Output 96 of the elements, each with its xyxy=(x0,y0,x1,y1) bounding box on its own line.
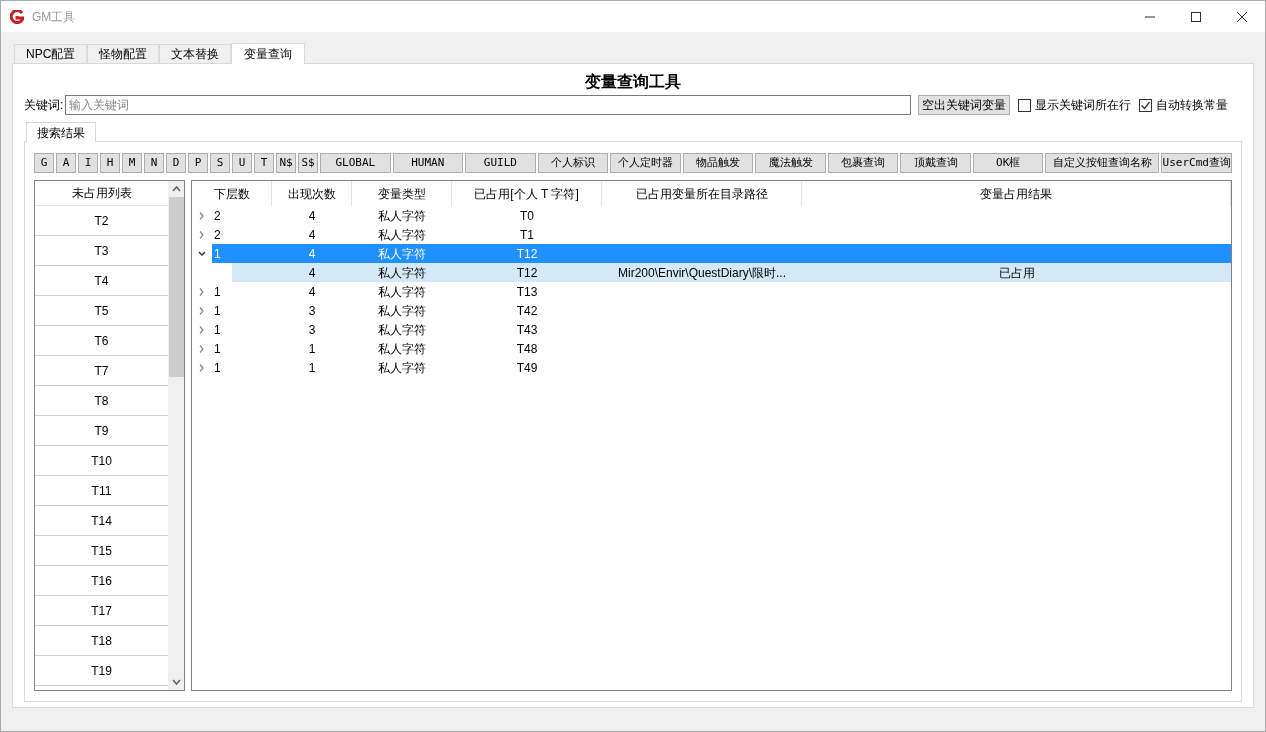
filter-button[interactable]: 包裹查询 xyxy=(827,153,899,173)
table-cell-text: T48 xyxy=(516,340,538,358)
column-header[interactable]: 已占用变量所在目录路径 xyxy=(602,181,802,206)
table-cell-text: 4 xyxy=(308,283,316,301)
table-cell-text: 私人字符 xyxy=(378,302,426,320)
filter-button[interactable]: A xyxy=(56,153,76,173)
table-cell-text: 1 xyxy=(214,245,221,263)
scrollbar[interactable] xyxy=(168,181,184,690)
table-cell-text: T1 xyxy=(520,226,534,244)
tree-row[interactable]: 4 私人字符 T12 Mir200\Envir\QuestDiary\限时... 已占用 xyxy=(232,263,1231,282)
filter-button[interactable]: T xyxy=(254,153,274,173)
page-heading: 变量查询工具 xyxy=(584,72,682,92)
table-cell-text: 1 xyxy=(214,340,221,358)
tree-row[interactable]: 2 4 私人字符 T1 xyxy=(212,225,1231,244)
checkbox[interactable] xyxy=(1139,98,1153,112)
filter-button[interactable]: N$ xyxy=(276,153,296,173)
filter-button[interactable]: U xyxy=(232,153,252,173)
table-cell-text: 1 xyxy=(214,359,221,377)
table-cell-text: 4 xyxy=(308,264,316,282)
tab[interactable]: 变量查询 xyxy=(231,43,306,64)
filter-button[interactable]: S xyxy=(210,153,230,173)
table-cell-text: 私人字符 xyxy=(378,359,426,377)
table-cell-text: 私人字符 xyxy=(378,245,426,263)
filter-button[interactable]: UserCmd查询 xyxy=(1161,153,1232,173)
table-cell-text: 4 xyxy=(308,226,316,244)
filter-button[interactable]: I xyxy=(78,153,98,173)
filter-button[interactable]: S$ xyxy=(298,153,318,173)
table-cell-text: 3 xyxy=(308,302,316,320)
column-header[interactable]: 下层数 xyxy=(192,181,272,206)
filter-button[interactable]: D xyxy=(166,153,186,173)
filter-button[interactable]: HUMAN xyxy=(392,153,464,173)
table-cell-text: 私人字符 xyxy=(378,340,426,358)
filter-button[interactable]: 物品触发 xyxy=(682,153,754,173)
table-cell-text: T43 xyxy=(516,321,538,339)
table-cell-text: 私人字符 xyxy=(378,321,426,339)
filter-button[interactable]: H xyxy=(100,153,120,173)
checkbox-label[interactable]: 自动转换常量 xyxy=(1156,96,1229,114)
table-cell-text: 1 xyxy=(308,359,316,377)
filter-button[interactable]: 魔法触发 xyxy=(755,153,826,173)
scrollbar-thumb[interactable] xyxy=(168,197,184,377)
table-cell-text: 私人字符 xyxy=(378,207,426,225)
app-logo-icon xyxy=(10,9,24,24)
table-cell-text: T42 xyxy=(516,302,538,320)
tab[interactable]: 搜索结果 xyxy=(26,122,96,142)
table-cell-text: 1 xyxy=(308,340,316,358)
table-cell-text: 1 xyxy=(214,283,221,301)
table-cell-text: 4 xyxy=(308,245,316,263)
window-title: GM工具 xyxy=(32,8,76,26)
tree-row[interactable]: 1 1 私人字符 T48 xyxy=(212,339,1231,358)
tree-row[interactable]: 1 4 私人字符 T13 xyxy=(212,282,1231,301)
table-cell-text: 4 xyxy=(308,207,316,225)
table-cell-text: 1 xyxy=(214,302,221,320)
table-cell-text: 已占用 xyxy=(998,264,1035,282)
table-cell-text: T0 xyxy=(520,207,534,225)
column-header[interactable]: 变量占用结果 xyxy=(802,181,1231,206)
keyword-label: 关键词: xyxy=(24,97,64,114)
filter-button[interactable]: P xyxy=(188,153,208,173)
table-cell-text: 2 xyxy=(214,207,221,225)
table-cell-text: 2 xyxy=(214,226,221,244)
filter-button[interactable]: G xyxy=(34,153,54,173)
table-cell-text: 私人字符 xyxy=(378,283,426,301)
checkbox-label[interactable]: 显示关键词所在行 xyxy=(1035,96,1132,114)
table-cell-text: 3 xyxy=(308,321,316,339)
table-cell-text: T12 xyxy=(516,245,538,263)
tab[interactable]: NPC配置 xyxy=(14,44,88,63)
filter-button[interactable]: OK框 xyxy=(972,153,1044,173)
tab[interactable]: 文本替换 xyxy=(159,44,232,63)
table-cell-text: Mir200\Envir\QuestDiary\限时... xyxy=(617,264,786,282)
filter-button[interactable]: 个人标识 xyxy=(537,153,609,173)
filter-button[interactable]: 自定义按钮查询名称 xyxy=(1045,153,1160,173)
tree-row[interactable]: 1 1 私人字符 T49 xyxy=(212,358,1231,377)
column-header[interactable]: 变量类型 xyxy=(352,181,452,206)
filter-button[interactable]: M xyxy=(122,153,142,173)
maximize-icon xyxy=(1191,11,1201,22)
extract-keyword-button[interactable]: 空出关键词变量 xyxy=(918,95,1011,115)
column-header[interactable]: 已占用[个人 T 字符] xyxy=(452,181,602,206)
table-cell-text: 1 xyxy=(214,321,221,339)
column-header[interactable]: 出现次数 xyxy=(272,181,352,206)
table-cell-text: T49 xyxy=(516,359,538,377)
filter-button[interactable]: N xyxy=(144,153,164,173)
checkbox[interactable] xyxy=(1018,98,1032,112)
minimize-icon xyxy=(1145,16,1155,17)
close-icon xyxy=(1237,11,1247,22)
tree-row[interactable]: 1 3 私人字符 T42 xyxy=(212,301,1231,320)
keyword-input-field[interactable]: 输入关键词 xyxy=(65,95,912,115)
table-cell-text: 私人字符 xyxy=(378,226,426,244)
tree-row[interactable]: 2 4 私人字符 T0 xyxy=(212,206,1231,225)
table-cell-text: T13 xyxy=(516,283,538,301)
filter-button[interactable]: GUILD xyxy=(465,153,536,173)
filter-button[interactable]: GLOBAL xyxy=(320,153,391,173)
tree-row[interactable]: 1 3 私人字符 T43 xyxy=(212,320,1231,339)
table-cell-text: 私人字符 xyxy=(378,264,426,282)
tab[interactable]: 怪物配置 xyxy=(87,44,160,63)
table-cell-text: T12 xyxy=(516,264,538,282)
filter-button[interactable]: 个人定时器 xyxy=(610,153,681,173)
filter-button[interactable]: 顶戴查询 xyxy=(900,153,971,173)
